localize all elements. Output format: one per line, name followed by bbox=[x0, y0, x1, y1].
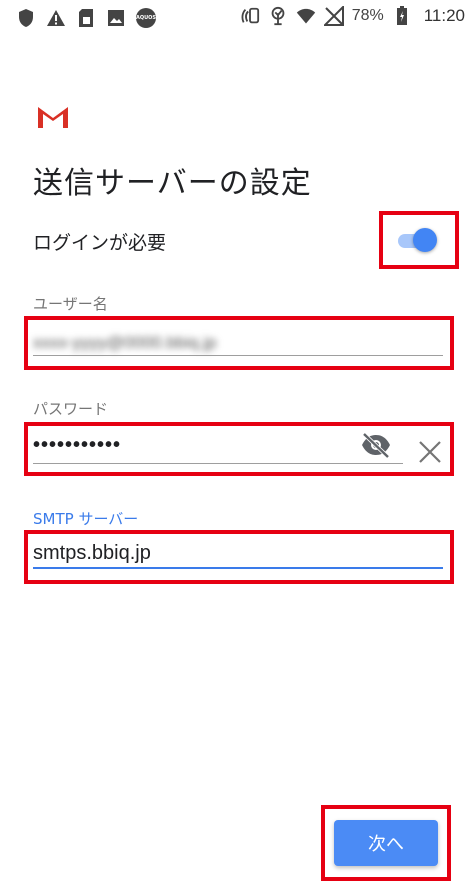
smtp-server-label: SMTP サーバー bbox=[33, 510, 139, 528]
hotspot-icon bbox=[268, 6, 288, 26]
highlight-smtp-server bbox=[24, 530, 454, 584]
no-signal-icon bbox=[323, 6, 344, 26]
wifi-icon bbox=[296, 6, 316, 26]
highlight-toggle bbox=[379, 211, 459, 269]
battery-icon bbox=[392, 6, 412, 26]
status-bar: AQUOS 78% 11:20 bbox=[0, 0, 475, 34]
gmail-logo-icon bbox=[37, 106, 69, 128]
battery-percent: 78% bbox=[351, 7, 384, 24]
shield-icon bbox=[16, 8, 36, 28]
password-label: パスワード bbox=[33, 400, 109, 418]
sim-card-icon bbox=[76, 8, 96, 28]
highlight-password bbox=[24, 422, 454, 476]
clock: 11:20 bbox=[423, 6, 465, 25]
image-icon bbox=[106, 8, 126, 28]
highlight-next-button bbox=[321, 805, 451, 881]
page-title: 送信サーバーの設定 bbox=[33, 166, 312, 201]
warning-icon bbox=[46, 8, 66, 28]
nfc-icon bbox=[240, 6, 260, 26]
highlight-username bbox=[24, 316, 454, 370]
status-bar-left: AQUOS bbox=[16, 8, 156, 28]
username-label: ユーザー名 bbox=[33, 295, 108, 313]
aquos-icon: AQUOS bbox=[136, 8, 156, 28]
status-bar-right: 78% 11:20 bbox=[240, 6, 465, 26]
login-required-label: ログインが必要 bbox=[33, 232, 167, 254]
